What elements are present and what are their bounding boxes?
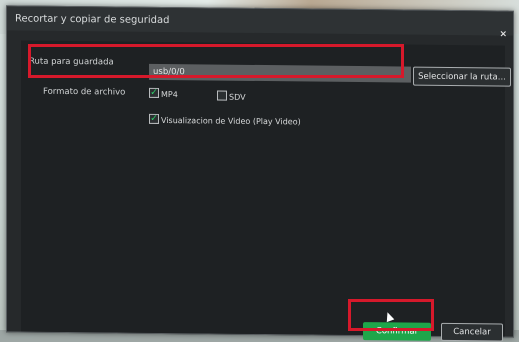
play-video-checkbox[interactable]: ✓ [149, 113, 159, 124]
confirm-button[interactable]: Confirmar [363, 322, 431, 341]
play-video-label: Visualizacion de Video (Play Video) [161, 115, 301, 127]
dialog-content: Ruta para guardada Seleccionar la ruta..… [21, 40, 511, 342]
save-path-input[interactable] [149, 63, 411, 83]
sdv-checkbox[interactable] [217, 90, 227, 101]
path-label: Ruta para guardada [29, 56, 114, 68]
sdv-label: SDV [229, 92, 246, 102]
checkmark-icon: ✓ [150, 113, 158, 124]
dialog-titlebar: Recortar y copiar de seguridad × [7, 6, 513, 40]
backup-dialog: Recortar y copiar de seguridad × Ruta pa… [6, 5, 514, 342]
confirm-button-label: Confirmar [375, 326, 419, 337]
close-icon[interactable]: × [499, 30, 507, 40]
select-path-button-label: Seleccionar la ruta... [418, 71, 506, 83]
checkmark-icon: ✓ [150, 87, 158, 98]
format-label: Formato de archivo [43, 86, 126, 98]
mp4-checkbox[interactable]: ✓ [149, 87, 159, 98]
cancel-button[interactable]: Cancelar [441, 322, 503, 342]
dialog-title: Recortar y copiar de seguridad [15, 13, 170, 27]
select-path-button[interactable]: Seleccionar la ruta... [413, 66, 511, 87]
cancel-button-label: Cancelar [453, 327, 491, 338]
mp4-label: MP4 [161, 89, 178, 100]
